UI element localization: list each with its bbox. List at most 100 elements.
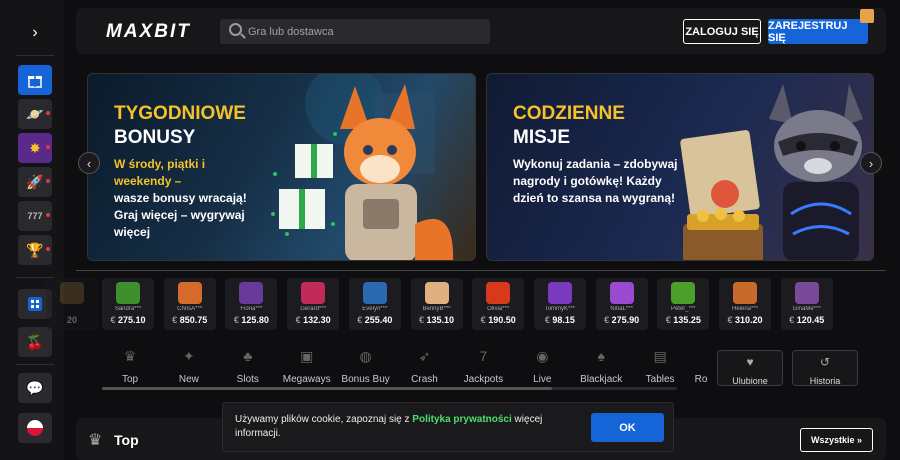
cookie-accept-button[interactable]: OK bbox=[591, 413, 664, 442]
view-all-button[interactable]: Wszystkie » bbox=[800, 428, 873, 452]
category-tab-new[interactable]: ✦ New bbox=[159, 348, 219, 387]
winner-amount: € 850.75 bbox=[172, 315, 208, 325]
chevron-right-icon: › bbox=[32, 24, 38, 41]
gift-icon bbox=[860, 9, 874, 23]
category-label: New bbox=[178, 374, 199, 385]
category-tab-top[interactable]: ♛ Top bbox=[100, 348, 160, 387]
winner-tile[interactable]: TommyK*** € 98.15 bbox=[533, 278, 586, 330]
game-thumbnail bbox=[60, 282, 84, 304]
language-selector[interactable] bbox=[18, 413, 52, 443]
slot-777-icon: ▣ bbox=[300, 348, 314, 364]
winner-name: NinaL*** bbox=[610, 306, 633, 312]
category-tab-ro[interactable]: Ro bbox=[689, 348, 713, 387]
sidebar-item-casino[interactable]: 🪐 bbox=[18, 99, 52, 129]
game-thumbnail bbox=[609, 282, 634, 304]
table-card-icon: ▤ bbox=[653, 348, 667, 364]
winner-tile[interactable]: ChrisA*** € 850.75 bbox=[163, 278, 216, 330]
winner-name: Sandra*** bbox=[114, 306, 142, 312]
winner-tile[interactable]: Fiona*** € 125.80 bbox=[225, 278, 278, 330]
category-tab-jackpots[interactable]: 7 Jackpots bbox=[453, 348, 513, 387]
winner-amount: € 125.80 bbox=[233, 315, 269, 325]
banner-description: wasze bonusy wracają! Graj więcej – wygr… bbox=[114, 191, 247, 239]
game-thumbnail bbox=[486, 282, 511, 304]
category-label: Jackpots bbox=[463, 374, 504, 385]
grid-icon bbox=[28, 297, 42, 311]
category-label: Slots bbox=[236, 374, 259, 385]
sidebar-item-slots[interactable]: 777 bbox=[18, 201, 52, 231]
seven-icon: 7 bbox=[479, 348, 488, 364]
top-header: MAXBIT ZALOGUJ SIĘ ZAREJESTRUJ SIĘ bbox=[76, 8, 886, 54]
winner-tile[interactable]: Helena*** € 310.20 bbox=[719, 278, 771, 330]
game-thumbnail bbox=[362, 282, 387, 304]
sidebar-divider bbox=[16, 364, 54, 365]
flame-icon: ✦ bbox=[183, 348, 195, 364]
poland-flag-icon bbox=[27, 420, 43, 436]
game-thumbnail bbox=[239, 282, 264, 304]
carousel-next-button[interactable]: › bbox=[860, 152, 882, 174]
winner-tile[interactable]: Olivia*** € 190.50 bbox=[472, 278, 525, 330]
cherry-icon: 🍒 bbox=[26, 333, 44, 350]
winner-tile[interactable]: NinaL*** € 275.90 bbox=[595, 278, 648, 330]
quick-link-history[interactable]: ↺ Historia bbox=[792, 350, 858, 386]
winner-name: Peter_*** bbox=[670, 306, 696, 312]
trophy-icon: 🏆 bbox=[26, 241, 44, 258]
winner-tile[interactable]: GinaMe*** € 120.45 bbox=[780, 278, 833, 330]
category-tab-crash[interactable]: ➶ Crash bbox=[395, 348, 455, 387]
banner-title-line1: TYGODNIOWE bbox=[114, 103, 246, 124]
winner-name: Gerard*** bbox=[300, 306, 326, 312]
sidebar-item-promotions[interactable] bbox=[18, 65, 52, 95]
winner-tile[interactable]: Evelyn*** € 255.40 bbox=[348, 278, 401, 330]
crown-icon: ♛ bbox=[123, 348, 137, 364]
category-scrollbar[interactable] bbox=[102, 387, 552, 390]
promo-banner-daily-missions[interactable]: CODZIENNE MISJE Wykonuj zadania – zdobyw… bbox=[486, 73, 874, 261]
category-tab-slots[interactable]: ♣ Slots bbox=[218, 348, 278, 387]
search-input[interactable] bbox=[248, 22, 478, 41]
register-button[interactable]: ZAREJESTRUJ SIĘ bbox=[768, 9, 874, 44]
winner-amount: € 275.90 bbox=[604, 315, 640, 325]
category-tab-tables[interactable]: ▤ Tables bbox=[630, 348, 690, 387]
fox-astronaut-illustration bbox=[271, 74, 453, 260]
winner-amount: € 132.30 bbox=[295, 315, 331, 325]
login-button[interactable]: ZALOGUJ SIĘ bbox=[683, 19, 761, 44]
category-tab-live[interactable]: ◉ Live bbox=[512, 348, 572, 387]
sidebar-item-tournaments[interactable]: 🏆 bbox=[18, 235, 52, 265]
banner-title-line2: BONUSY bbox=[114, 127, 196, 148]
category-label: Top bbox=[121, 374, 139, 385]
sidebar-item-vip[interactable]: ✸ bbox=[18, 133, 52, 163]
category-label: Ro bbox=[694, 374, 708, 385]
chat-icon: 💬 bbox=[26, 379, 44, 396]
register-button-label: ZAREJESTRUJ SIĘ bbox=[768, 19, 848, 44]
promo-banner-weekly-bonus[interactable]: TYGODNIOWE BONUSY W środy, piątki i week… bbox=[87, 73, 476, 261]
recent-winners-strip: 20 Sandra*** € 275.10 ChrisA*** € 850.75 Fion… bbox=[46, 270, 886, 330]
winner-name: Fiona*** bbox=[240, 306, 263, 312]
slot-777-icon: 777 bbox=[27, 211, 43, 221]
game-thumbnail bbox=[671, 282, 696, 304]
chevron-right-icon: › bbox=[868, 155, 874, 171]
planet-icon: 🪐 bbox=[26, 105, 44, 122]
winner-tile[interactable]: Peter_*** € 135.25 bbox=[657, 278, 710, 330]
winner-tile[interactable]: Sandra*** € 275.10 bbox=[102, 278, 154, 330]
sidebar: › 🪐 ✸ 🚀 777 🏆 🍒 💬 bbox=[0, 0, 64, 460]
winner-name: BennyB*** bbox=[422, 306, 451, 312]
sidebar-toggle-button[interactable]: › bbox=[18, 18, 52, 48]
brand-logo[interactable]: MAXBIT bbox=[106, 21, 191, 43]
winner-name: GinaMe*** bbox=[792, 306, 821, 312]
winner-tile[interactable]: 20 bbox=[46, 278, 98, 330]
winner-tile[interactable]: BennyB*** € 135.10 bbox=[410, 278, 463, 330]
category-tab-megaways[interactable]: ▣ Megaways bbox=[277, 348, 337, 387]
sidebar-item-crash[interactable]: 🚀 bbox=[18, 167, 52, 197]
quick-link-favourites[interactable]: ♥ Ulubione bbox=[717, 350, 783, 386]
winner-amount: € 120.45 bbox=[789, 315, 825, 325]
winner-name: Evelyn*** bbox=[362, 306, 388, 312]
cookie-message: Używamy plików cookie, zapoznaj się z Po… bbox=[235, 414, 543, 439]
winner-amount: € 135.25 bbox=[665, 315, 701, 325]
sidebar-item-chat[interactable]: 💬 bbox=[18, 373, 52, 403]
category-tab-blackjack[interactable]: ♠ Blackjack bbox=[571, 348, 631, 387]
carousel-prev-button[interactable]: ‹ bbox=[78, 152, 100, 174]
winner-amount: € 255.40 bbox=[357, 315, 393, 325]
search-bar[interactable] bbox=[220, 19, 490, 44]
sidebar-item-classic[interactable]: 🍒 bbox=[18, 327, 52, 357]
privacy-policy-link[interactable]: Polityka prywatności bbox=[412, 414, 511, 425]
category-tab-bonus-buy[interactable]: ◍ Bonus Buy bbox=[336, 348, 396, 387]
winner-tile[interactable]: Gerard*** € 132.30 bbox=[287, 278, 340, 330]
